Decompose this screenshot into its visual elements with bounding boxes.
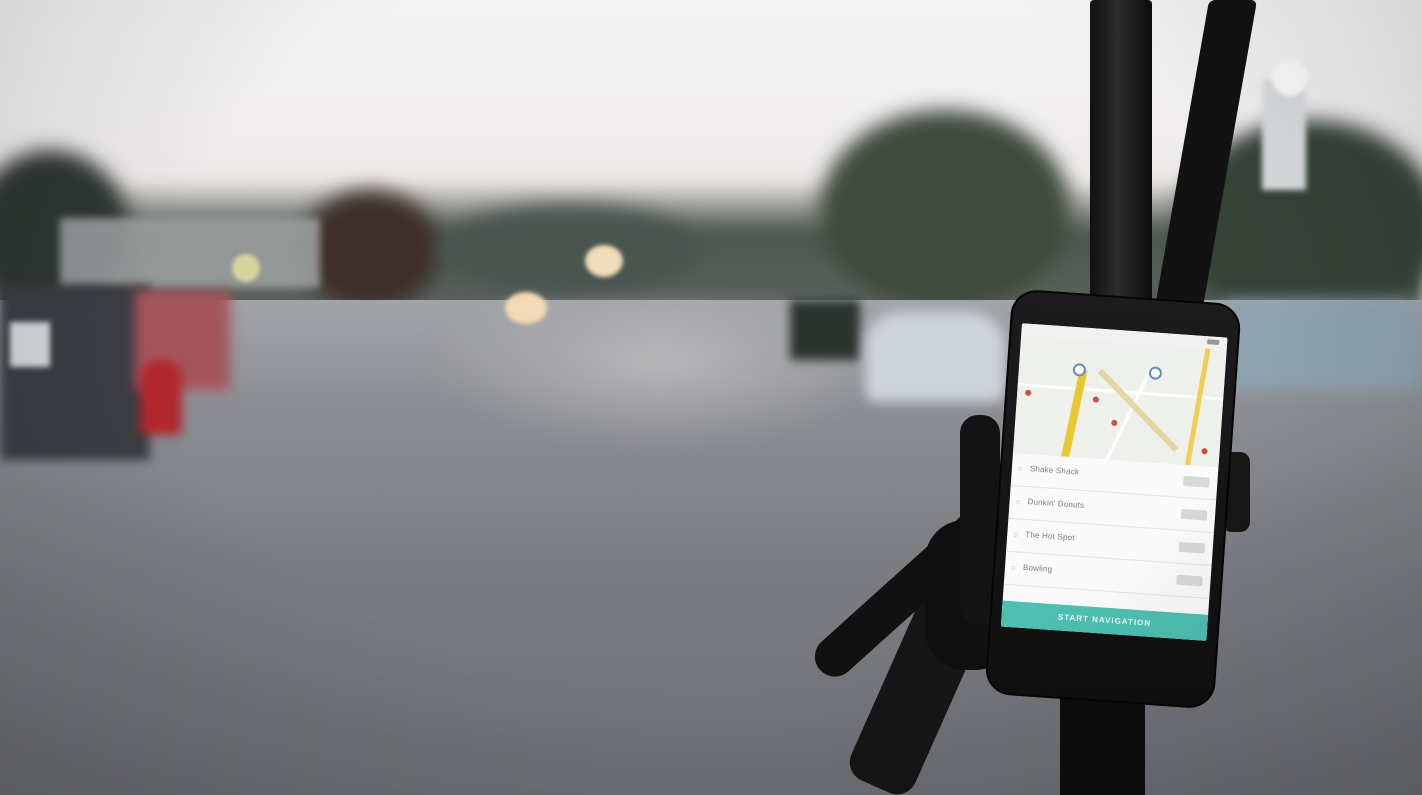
checkbox-icon[interactable]: ○ <box>1011 563 1016 572</box>
dumpster <box>0 285 150 460</box>
location-label: Bowling <box>1022 562 1053 574</box>
checkbox-icon[interactable]: ○ <box>1013 530 1018 539</box>
photo-scene: ○ Shake Shack ○ Dunkin' Donuts ○ The Hot… <box>0 0 1422 795</box>
map-view[interactable] <box>1012 335 1227 468</box>
bokeh-light <box>505 292 547 324</box>
smartphone: ○ Shake Shack ○ Dunkin' Donuts ○ The Hot… <box>984 288 1242 710</box>
building <box>60 218 320 288</box>
parked-car <box>865 312 1005 402</box>
bokeh-light <box>232 254 260 282</box>
route-line <box>1059 369 1088 465</box>
dark-object <box>790 300 860 360</box>
compass-icon[interactable] <box>1148 366 1163 381</box>
map-pin-icon[interactable] <box>1024 389 1032 397</box>
street-lamp <box>1272 60 1308 96</box>
parked-car <box>1210 300 1422 390</box>
map-road <box>1097 368 1179 452</box>
start-navigation-button[interactable]: START NAVIGATION <box>1000 600 1209 641</box>
item-action-button[interactable] <box>1178 541 1206 554</box>
sign <box>10 322 50 367</box>
item-action-button[interactable] <box>1180 508 1208 521</box>
battery-icon <box>1207 339 1220 346</box>
tower <box>1262 80 1306 190</box>
fire-hydrant <box>140 360 182 435</box>
item-action-button[interactable] <box>1183 475 1210 488</box>
bokeh-light <box>585 245 623 277</box>
tree <box>300 190 440 310</box>
location-label: Dunkin' Donuts <box>1027 497 1085 511</box>
location-label: Shake Shack <box>1029 464 1080 477</box>
checkbox-icon[interactable]: ○ <box>1018 464 1023 473</box>
item-action-button[interactable] <box>1176 574 1203 587</box>
location-label: The Hot Spot <box>1024 529 1076 543</box>
location-list: ○ Shake Shack ○ Dunkin' Donuts ○ The Hot… <box>1003 452 1219 599</box>
map-pin-icon[interactable] <box>1092 396 1100 403</box>
mount-pole <box>1090 0 1152 330</box>
phone-screen: ○ Shake Shack ○ Dunkin' Donuts ○ The Hot… <box>1000 323 1228 641</box>
tree <box>820 110 1070 310</box>
tree <box>440 205 700 295</box>
map-pin-icon[interactable] <box>1111 419 1118 427</box>
map-pin-icon[interactable] <box>1201 448 1208 455</box>
checkbox-icon[interactable]: ○ <box>1015 497 1020 506</box>
